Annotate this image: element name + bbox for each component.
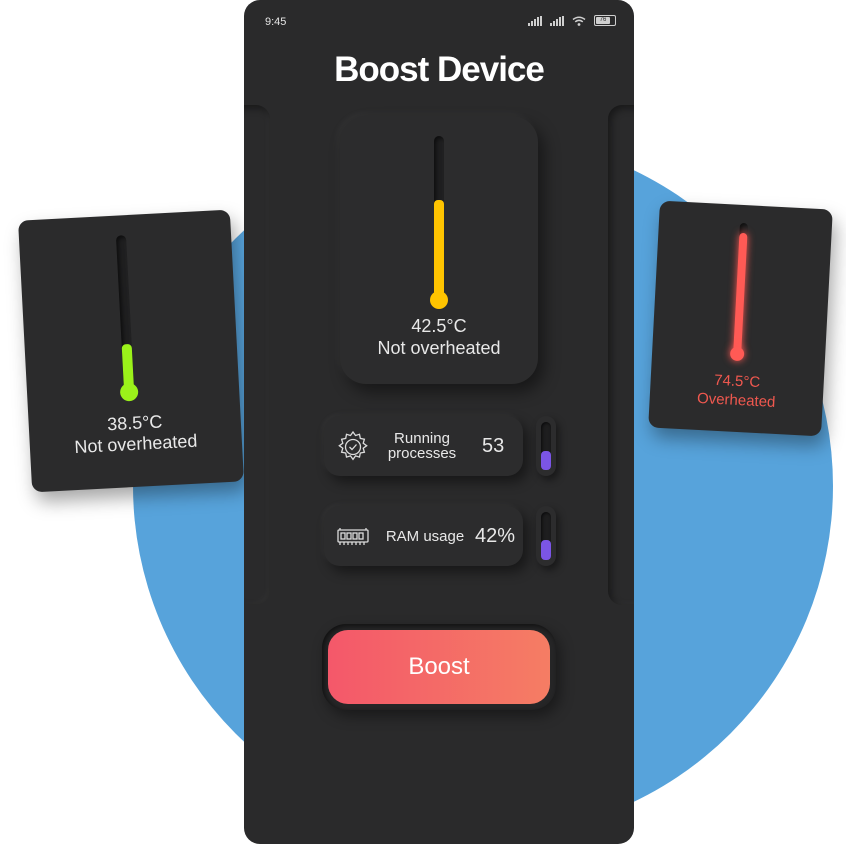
wifi-icon xyxy=(572,16,586,26)
main-temperature-status: Not overheated xyxy=(377,338,501,358)
ram-chip-icon xyxy=(337,528,369,545)
battery-icon: 76 xyxy=(594,15,616,26)
right-groove xyxy=(608,105,634,605)
gear-check-icon xyxy=(338,430,368,461)
boost-button-well: Boost xyxy=(322,624,556,710)
right-thermometer-fill xyxy=(733,233,748,354)
boost-button[interactable]: Boost xyxy=(328,630,550,704)
left-thermometer-tube xyxy=(115,235,135,391)
page-title: Boost Device xyxy=(334,50,545,89)
signal-icon xyxy=(528,15,542,26)
main-temperature-gauge: 42.5°C Not overheated xyxy=(340,116,538,384)
right-temperature-card: 74.5°C Overheated xyxy=(648,200,833,437)
main-thermometer-fill xyxy=(434,200,444,296)
ram-level-bar xyxy=(536,506,556,566)
running-processes-card: Running processes 53 xyxy=(324,416,523,476)
phone-screen: 9:45 76 Boost Device 42.5°C Not overheat… xyxy=(244,0,634,844)
ram-level-fill xyxy=(541,539,551,560)
left-groove xyxy=(244,105,270,605)
ram-label: RAM usage xyxy=(385,528,465,545)
status-icons: 76 xyxy=(528,15,616,26)
ram-usage-card: RAM usage 42% xyxy=(324,506,523,566)
main-thermometer-tube xyxy=(434,136,444,296)
right-thermometer-tube xyxy=(733,222,748,354)
processes-level-bar xyxy=(536,416,556,476)
processes-value: 53 xyxy=(482,435,505,457)
status-time: 9:45 xyxy=(265,16,287,28)
left-thermometer-bulb xyxy=(119,382,139,402)
processes-level-fill xyxy=(541,450,551,470)
processes-label: Running processes xyxy=(387,430,457,462)
ram-value: 42% xyxy=(475,525,516,547)
left-temperature-card: 38.5°C Not overheated xyxy=(18,209,244,493)
signal-icon-2 xyxy=(550,15,564,26)
right-thermometer-bulb xyxy=(729,346,745,362)
main-temperature-value: 42.5°C xyxy=(411,316,467,336)
main-thermometer-bulb xyxy=(430,291,448,309)
